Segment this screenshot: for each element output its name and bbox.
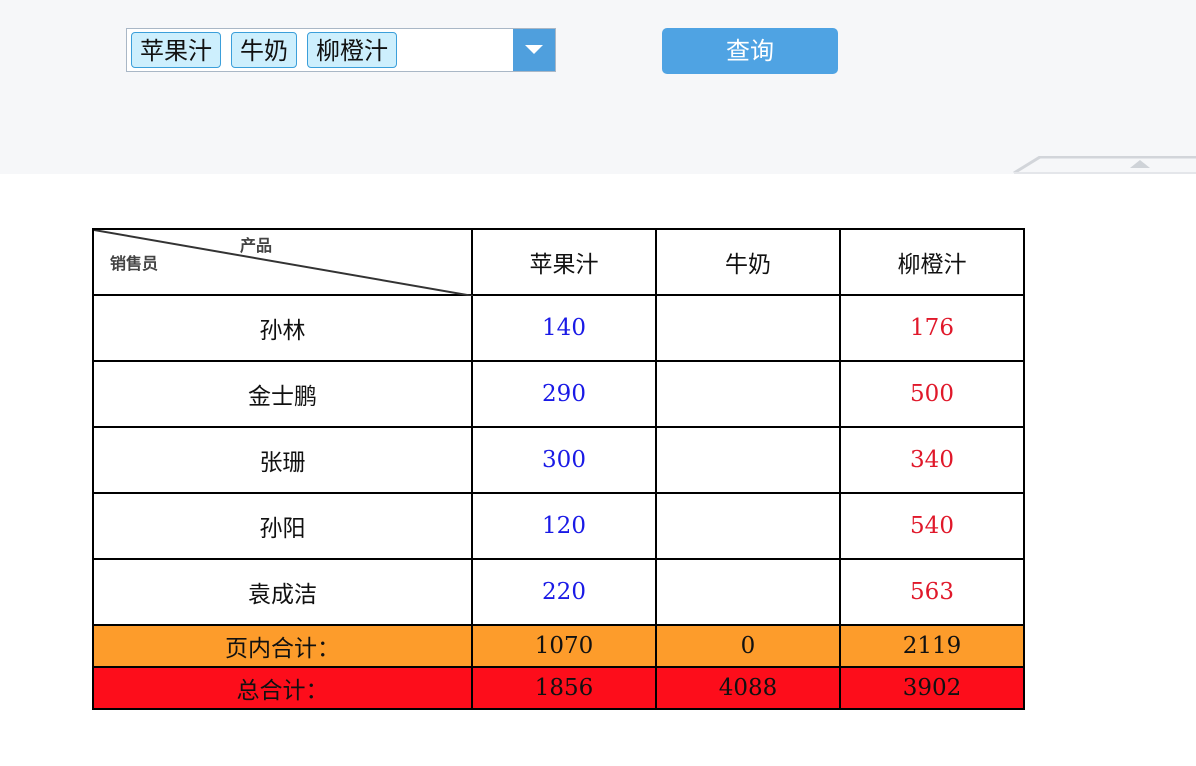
value-cell: 340 (839, 426, 1025, 494)
subtotal-value: 2119 (839, 624, 1025, 668)
chevron-down-icon (525, 45, 543, 54)
salesperson-cell: 孙林 (92, 294, 473, 362)
salesperson-cell: 孙阳 (92, 492, 473, 560)
value-cell: 140 (471, 294, 657, 362)
grand-total-row: 总合计： 1856 4088 3902 (92, 666, 1025, 710)
product-multiselect[interactable]: 苹果汁 牛奶 柳橙汁 (126, 28, 556, 72)
value-cell: 500 (839, 360, 1025, 428)
grand-total-label: 总合计： (92, 666, 473, 710)
query-button[interactable]: 查询 (662, 28, 838, 74)
row-axis-label: 销售员 (110, 254, 159, 273)
value-cell: 176 (839, 294, 1025, 362)
value-cell: 220 (471, 558, 657, 626)
column-header: 牛奶 (655, 228, 841, 296)
column-header: 苹果汁 (471, 228, 657, 296)
value-cell (655, 426, 841, 494)
table-row: 孙林 140 176 (92, 294, 1025, 362)
value-cell (655, 294, 841, 362)
page-subtotal-row: 页内合计： 1070 0 2119 (92, 624, 1025, 668)
column-axis-label: 产品 (240, 236, 273, 255)
salesperson-cell: 袁成洁 (92, 558, 473, 626)
table-row: 袁成洁 220 563 (92, 558, 1025, 626)
grand-total-value: 1856 (471, 666, 657, 710)
header-row: 产品 销售员 苹果汁 牛奶 柳橙汁 (92, 228, 1025, 296)
table-row: 金士鹏 290 500 (92, 360, 1025, 428)
table-row: 孙阳 120 540 (92, 492, 1025, 560)
selected-tags: 苹果汁 牛奶 柳橙汁 (131, 32, 397, 68)
subtotal-value: 0 (655, 624, 841, 668)
value-cell (655, 360, 841, 428)
filter-toolbar: 苹果汁 牛奶 柳橙汁 查询 (0, 0, 1196, 175)
salesperson-cell: 张珊 (92, 426, 473, 494)
value-cell: 563 (839, 558, 1025, 626)
subtotal-value: 1070 (471, 624, 657, 668)
subtotal-label: 页内合计： (92, 624, 473, 668)
collapse-toolbar-handle[interactable] (1012, 155, 1196, 175)
tag-milk[interactable]: 牛奶 (231, 32, 297, 68)
corner-header-cell: 产品 销售员 (92, 228, 473, 296)
value-cell: 300 (471, 426, 657, 494)
dropdown-toggle-button[interactable] (513, 29, 555, 71)
tag-orange-juice[interactable]: 柳橙汁 (307, 32, 397, 68)
value-cell (655, 492, 841, 560)
value-cell (655, 558, 841, 626)
tag-apple-juice[interactable]: 苹果汁 (131, 32, 221, 68)
value-cell: 120 (471, 492, 657, 560)
grand-total-value: 4088 (655, 666, 841, 710)
column-header: 柳橙汁 (839, 228, 1025, 296)
sales-report-table: 产品 销售员 苹果汁 牛奶 柳橙汁 孙林 140 176 金士鹏 290 500… (92, 228, 1025, 710)
value-cell: 290 (471, 360, 657, 428)
collapse-up-icon (1013, 155, 1196, 175)
table-row: 张珊 300 340 (92, 426, 1025, 494)
value-cell: 540 (839, 492, 1025, 560)
salesperson-cell: 金士鹏 (92, 360, 473, 428)
grand-total-value: 3902 (839, 666, 1025, 710)
